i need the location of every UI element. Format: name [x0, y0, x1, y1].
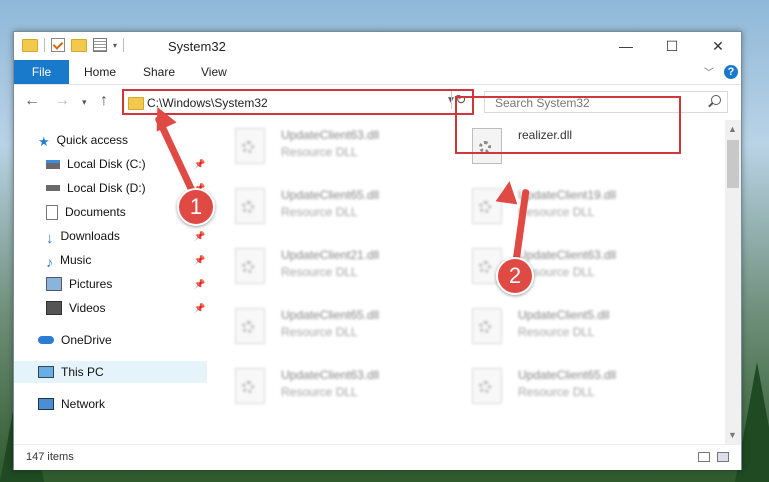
- file-highlight-box: [455, 96, 681, 154]
- properties-check-icon[interactable]: [51, 38, 65, 52]
- documents-icon: [46, 204, 58, 220]
- sidebar-item-local-disk-d[interactable]: Local Disk (D:) 📌: [14, 177, 207, 199]
- sidebar-item-pictures[interactable]: Pictures 📌: [14, 273, 207, 295]
- ribbon-tabs: File Home Share View ﹀ ?: [14, 60, 741, 85]
- separator: [44, 38, 45, 52]
- list-item[interactable]: UpdateClient65.dll Resource DLL: [209, 184, 409, 230]
- up-arrow-icon[interactable]: ↑: [100, 92, 108, 110]
- maximize-button[interactable]: ☐: [649, 32, 695, 60]
- search-icon[interactable]: [711, 95, 721, 105]
- separator: [123, 38, 125, 52]
- sidebar-item-onedrive[interactable]: OneDrive: [14, 329, 207, 351]
- pin-icon: 📌: [194, 254, 206, 265]
- tab-share[interactable]: Share: [143, 65, 175, 79]
- list-item[interactable]: UpdateClient21.dll Resource DLL: [209, 244, 409, 290]
- qat-dropdown-icon[interactable]: ▾: [113, 41, 117, 50]
- sidebar-item-quick-access[interactable]: ★ Quick access: [14, 129, 207, 151]
- videos-icon: [46, 301, 62, 315]
- title-bar: ▾ System32 — ☐ ✕: [14, 32, 741, 60]
- forward-arrow-icon[interactable]: →: [54, 92, 70, 110]
- dll-file-icon: [235, 188, 265, 224]
- new-folder-icon[interactable]: [71, 38, 87, 52]
- pin-icon: 📌: [194, 278, 206, 289]
- item-count: 147 items: [26, 451, 74, 463]
- status-bar: 147 items: [14, 444, 741, 470]
- list-item[interactable]: UpdateClient5.dll Resource DLL: [446, 304, 646, 350]
- large-icons-view-icon[interactable]: [717, 452, 729, 462]
- folder-icon[interactable]: [22, 38, 38, 52]
- back-arrow-icon[interactable]: ←: [24, 92, 40, 110]
- window-title: System32: [168, 39, 226, 54]
- cloud-icon: [38, 336, 54, 344]
- dll-file-icon: [472, 308, 502, 344]
- recent-locations-icon[interactable]: ▾: [82, 97, 87, 108]
- pin-icon: 📌: [194, 302, 206, 313]
- list-item[interactable]: UpdateClient65.dll Resource DLL: [446, 364, 646, 410]
- minimize-button[interactable]: —: [603, 32, 649, 60]
- sidebar-item-downloads[interactable]: ↓ Downloads 📌: [14, 225, 207, 247]
- list-item[interactable]: UpdateClient63.dll Resource DLL: [446, 244, 646, 290]
- download-icon: ↓: [46, 230, 54, 247]
- list-item[interactable]: UpdateClient19.dll Resource DLL: [446, 184, 646, 230]
- scrollbar-thumb[interactable]: [727, 140, 739, 188]
- vertical-scrollbar[interactable]: ▲ ▼: [725, 120, 741, 444]
- sidebar-item-music[interactable]: ♪ Music 📌: [14, 249, 207, 271]
- pictures-icon: [46, 277, 62, 291]
- list-item[interactable]: UpdateClient63.dll Resource DLL: [209, 364, 409, 410]
- dll-file-icon: [235, 368, 265, 404]
- dll-file-icon: [235, 248, 265, 284]
- address-bar[interactable]: C:\Windows\System32 ▼: [122, 89, 474, 115]
- arrow-2-head: [495, 179, 521, 205]
- music-icon: ♪: [46, 254, 53, 270]
- pin-icon: 📌: [194, 230, 206, 241]
- expand-ribbon-icon[interactable]: ﹀: [704, 64, 714, 79]
- details-view-icon[interactable]: [698, 452, 710, 462]
- callout-step-1: 1: [177, 188, 215, 226]
- quick-access-toolbar: ▾: [22, 38, 125, 52]
- close-button[interactable]: ✕: [695, 32, 741, 60]
- pin-icon: 📌: [194, 158, 206, 169]
- tab-file[interactable]: File: [14, 60, 69, 84]
- scroll-down-icon[interactable]: ▼: [728, 430, 737, 440]
- properties-icon[interactable]: [93, 38, 107, 52]
- drive-icon: [46, 159, 60, 169]
- sidebar-item-videos[interactable]: Videos 📌: [14, 297, 207, 319]
- star-icon: ★: [38, 134, 50, 149]
- dll-file-icon: [472, 368, 502, 404]
- tab-view[interactable]: View: [201, 65, 227, 79]
- scroll-up-icon[interactable]: ▲: [728, 124, 737, 134]
- list-item[interactable]: UpdateClient65.dll Resource DLL: [209, 304, 409, 350]
- drive-icon: [46, 185, 60, 191]
- help-icon[interactable]: ?: [724, 65, 738, 79]
- pc-icon: [38, 366, 54, 378]
- list-item[interactable]: UpdateClient63.dll Resource DLL: [209, 124, 409, 170]
- network-icon: [38, 398, 54, 410]
- sidebar-item-this-pc[interactable]: This PC: [14, 361, 207, 383]
- dll-file-icon: [235, 308, 265, 344]
- callout-step-2: 2: [496, 257, 534, 295]
- dll-file-icon: [235, 128, 265, 164]
- tab-home[interactable]: Home: [84, 65, 116, 79]
- folder-icon: [128, 97, 144, 110]
- file-list: UpdateClient63.dll Resource DLL UpdateCl…: [209, 120, 725, 440]
- sidebar-item-network[interactable]: Network: [14, 393, 207, 415]
